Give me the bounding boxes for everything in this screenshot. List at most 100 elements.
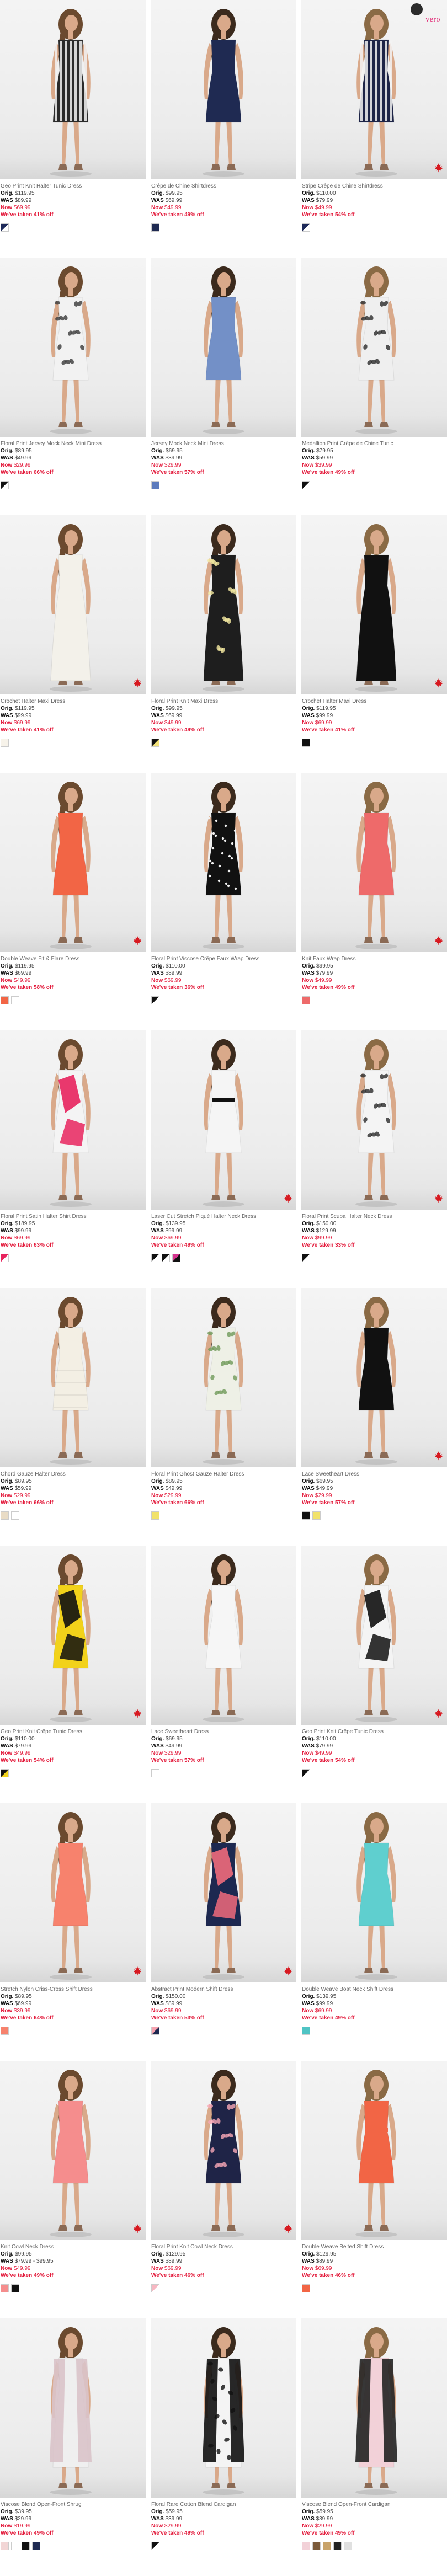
color-swatch[interactable] bbox=[1, 2284, 9, 2292]
product-name[interactable]: Chord Gauze Halter Dress bbox=[1, 1471, 146, 1478]
product-card[interactable]: Lace Sweetheart Dress Orig. $69.95 WAS $… bbox=[151, 1546, 296, 1803]
product-image[interactable] bbox=[0, 515, 146, 694]
product-name[interactable]: Crochet Halter Maxi Dress bbox=[1, 698, 146, 705]
color-swatch[interactable] bbox=[302, 2542, 310, 2550]
product-image[interactable] bbox=[0, 258, 146, 437]
product-name[interactable]: Double Weave Belted Shift Dress bbox=[302, 2243, 447, 2251]
product-image[interactable] bbox=[151, 1546, 296, 1725]
product-name[interactable]: Double Weave Fit & Flare Dress bbox=[1, 955, 146, 963]
color-swatch[interactable] bbox=[1, 996, 9, 1004]
color-swatch[interactable] bbox=[151, 1511, 159, 1520]
product-card[interactable]: Knit Faux Wrap Dress Orig. $99.95 WAS $7… bbox=[301, 773, 447, 1030]
product-card[interactable]: Floral Print Satin Halter Shirt Dress Or… bbox=[0, 1030, 146, 1288]
product-image[interactable] bbox=[301, 515, 447, 694]
product-image[interactable] bbox=[151, 0, 296, 179]
color-swatch[interactable] bbox=[11, 2284, 19, 2292]
color-swatch[interactable] bbox=[151, 996, 159, 1004]
product-name[interactable]: Medallion Print Crêpe de Chine Tunic bbox=[302, 440, 447, 447]
product-card[interactable]: Floral Print Scuba Halter Neck Dress Ori… bbox=[301, 1030, 447, 1288]
color-swatch[interactable] bbox=[312, 1511, 321, 1520]
product-card[interactable]: Viscose Blend Open-Front Cardigan Orig. … bbox=[301, 2318, 447, 2576]
product-name[interactable]: Double Weave Boat Neck Shift Dress bbox=[302, 1986, 447, 1993]
product-image[interactable] bbox=[301, 258, 447, 437]
product-card[interactable]: Crêpe de Chine Shirtdress Orig. $99.95 W… bbox=[151, 0, 296, 258]
product-image[interactable]: vero bbox=[301, 0, 447, 179]
product-name[interactable]: Crêpe de Chine Shirtdress bbox=[151, 183, 296, 190]
product-name[interactable]: Knit Faux Wrap Dress bbox=[302, 955, 447, 963]
product-image[interactable] bbox=[301, 2061, 447, 2240]
product-image[interactable] bbox=[0, 0, 146, 179]
product-image[interactable] bbox=[301, 1030, 447, 1210]
product-name[interactable]: Lace Sweetheart Dress bbox=[151, 1728, 296, 1735]
color-swatch[interactable] bbox=[333, 2542, 342, 2550]
product-image[interactable] bbox=[151, 773, 296, 952]
product-name[interactable]: Crochet Halter Maxi Dress bbox=[302, 698, 447, 705]
color-swatch[interactable] bbox=[151, 2027, 159, 2035]
product-image[interactable] bbox=[0, 2061, 146, 2240]
color-swatch[interactable] bbox=[162, 1254, 170, 1262]
product-image[interactable] bbox=[301, 1546, 447, 1725]
product-card[interactable]: Floral Print Jersey Mock Neck Mini Dress… bbox=[0, 258, 146, 515]
product-image[interactable] bbox=[151, 2318, 296, 2498]
product-image[interactable] bbox=[301, 2318, 447, 2498]
product-name[interactable]: Floral Rare Cotton Blend Cardigan bbox=[151, 2501, 296, 2508]
product-card[interactable]: Lace Sweetheart Dress Orig. $69.95 WAS $… bbox=[301, 1288, 447, 1546]
color-swatch[interactable] bbox=[1, 739, 9, 747]
product-name[interactable]: Jersey Mock Neck Mini Dress bbox=[151, 440, 296, 447]
product-name[interactable]: Abstract Print Modern Shift Dress bbox=[151, 1986, 296, 1993]
product-name[interactable]: Floral Print Knit Maxi Dress bbox=[151, 698, 296, 705]
color-swatch[interactable] bbox=[151, 1769, 159, 1777]
color-swatch[interactable] bbox=[1, 2027, 9, 2035]
color-swatch[interactable] bbox=[151, 739, 159, 747]
product-name[interactable]: Floral Print Knit Cowl Neck Dress bbox=[151, 2243, 296, 2251]
product-image[interactable] bbox=[0, 1288, 146, 1467]
color-swatch[interactable] bbox=[11, 996, 19, 1004]
product-image[interactable] bbox=[151, 1030, 296, 1210]
product-card[interactable]: Stretch Nylon Criss-Cross Shift Dress Or… bbox=[0, 1803, 146, 2061]
color-swatch[interactable] bbox=[1, 1511, 9, 1520]
product-card[interactable]: Crochet Halter Maxi Dress Orig. $119.95 … bbox=[0, 515, 146, 773]
product-image[interactable] bbox=[301, 1288, 447, 1467]
product-card[interactable]: Geo Print Knit Crêpe Tunic Dress Orig. $… bbox=[301, 1546, 447, 1803]
color-swatch[interactable] bbox=[302, 2027, 310, 2035]
product-card[interactable]: Laser Cut Stretch Piqué Halter Neck Dres… bbox=[151, 1030, 296, 1288]
color-swatch[interactable] bbox=[302, 2284, 310, 2292]
product-card[interactable]: Floral Print Viscose Crêpe Faux Wrap Dre… bbox=[151, 773, 296, 1030]
product-name[interactable]: Floral Print Jersey Mock Neck Mini Dress bbox=[1, 440, 146, 447]
product-image[interactable] bbox=[301, 1803, 447, 1982]
product-card[interactable]: Double Weave Boat Neck Shift Dress Orig.… bbox=[301, 1803, 447, 2061]
color-swatch[interactable] bbox=[1, 1254, 9, 1262]
product-name[interactable]: Floral Print Ghost Gauze Halter Dress bbox=[151, 1471, 296, 1478]
product-card[interactable]: Double Weave Belted Shift Dress Orig. $1… bbox=[301, 2061, 447, 2318]
product-card[interactable]: Viscose Blend Open-Front Shrug Orig. $39… bbox=[0, 2318, 146, 2576]
color-swatch[interactable] bbox=[302, 481, 310, 489]
product-name[interactable]: Stripe Crêpe de Chine Shirtdress bbox=[302, 183, 447, 190]
product-name[interactable]: Knit Cowl Neck Dress bbox=[1, 2243, 146, 2251]
product-name[interactable]: Viscose Blend Open-Front Shrug bbox=[1, 2501, 146, 2508]
color-swatch[interactable] bbox=[32, 2542, 40, 2550]
product-card[interactable]: Chord Gauze Halter Dress Orig. $89.95 WA… bbox=[0, 1288, 146, 1546]
product-name[interactable]: Laser Cut Stretch Piqué Halter Neck Dres… bbox=[151, 1213, 296, 1220]
product-image[interactable] bbox=[151, 1288, 296, 1467]
product-name[interactable]: Geo Print Knit Crêpe Tunic Dress bbox=[1, 1728, 146, 1735]
color-swatch[interactable] bbox=[302, 1511, 310, 1520]
color-swatch[interactable] bbox=[151, 1254, 159, 1262]
product-card[interactable]: Floral Print Knit Maxi Dress Orig. $99.9… bbox=[151, 515, 296, 773]
color-swatch[interactable] bbox=[172, 1254, 180, 1262]
product-card[interactable]: Geo Print Knit Crêpe Tunic Dress Orig. $… bbox=[0, 1546, 146, 1803]
product-card[interactable]: Floral Rare Cotton Blend Cardigan Orig. … bbox=[151, 2318, 296, 2576]
color-swatch[interactable] bbox=[1, 1769, 9, 1777]
product-name[interactable]: Geo Print Knit Crêpe Tunic Dress bbox=[302, 1728, 447, 1735]
product-name[interactable]: Floral Print Viscose Crêpe Faux Wrap Dre… bbox=[151, 955, 296, 963]
product-image[interactable] bbox=[0, 2318, 146, 2498]
product-name[interactable]: Viscose Blend Open-Front Cardigan bbox=[302, 2501, 447, 2508]
color-swatch[interactable] bbox=[1, 223, 9, 232]
product-image[interactable] bbox=[151, 1803, 296, 1982]
product-image[interactable] bbox=[0, 1030, 146, 1210]
product-card[interactable]: vero Stripe Crêpe de Chine Shirtdress Or… bbox=[301, 0, 447, 258]
product-image[interactable] bbox=[0, 1546, 146, 1725]
color-swatch[interactable] bbox=[11, 1511, 19, 1520]
product-image[interactable] bbox=[0, 773, 146, 952]
product-image[interactable] bbox=[151, 2061, 296, 2240]
color-swatch[interactable] bbox=[302, 996, 310, 1004]
